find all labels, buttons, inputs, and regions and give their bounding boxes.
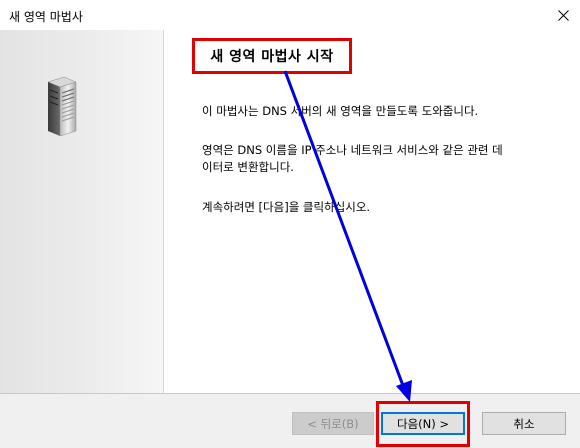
close-icon	[557, 9, 569, 21]
wizard-footer: < 뒤로(B) 다음(N) > 취소	[0, 393, 580, 448]
close-button[interactable]	[546, 0, 580, 30]
cancel-button[interactable]: 취소	[482, 412, 566, 435]
wizard-window: 새 영역 마법사 새 영역 마법사 시작 이 마법사는 DNS 서버의 새 영역…	[0, 0, 580, 448]
intro-paragraph: 이 마법사는 DNS 서버의 새 영역을 만들도록 도와줍니다.	[202, 104, 479, 118]
server-tower-icon	[47, 76, 77, 137]
zone-description-line-1: 영역은 DNS 이름을 IP 주소나 네트워크 서비스와 같은 관련 데	[202, 143, 503, 157]
zone-description-line-2: 이터로 변환합니다.	[202, 160, 294, 174]
window-title: 새 영역 마법사	[9, 10, 83, 24]
next-button[interactable]: 다음(N) >	[381, 412, 465, 435]
wizard-content: 새 영역 마법사 시작 이 마법사는 DNS 서버의 새 영역을 만들도록 도와…	[164, 30, 580, 393]
wizard-side-panel	[0, 30, 164, 393]
title-bar: 새 영역 마법사	[0, 0, 580, 30]
back-button[interactable]: < 뒤로(B)	[292, 412, 374, 435]
continue-instruction: 계속하려면 [다음]을 클릭하십시오.	[202, 200, 371, 214]
wizard-heading: 새 영역 마법사 시작	[192, 38, 352, 74]
